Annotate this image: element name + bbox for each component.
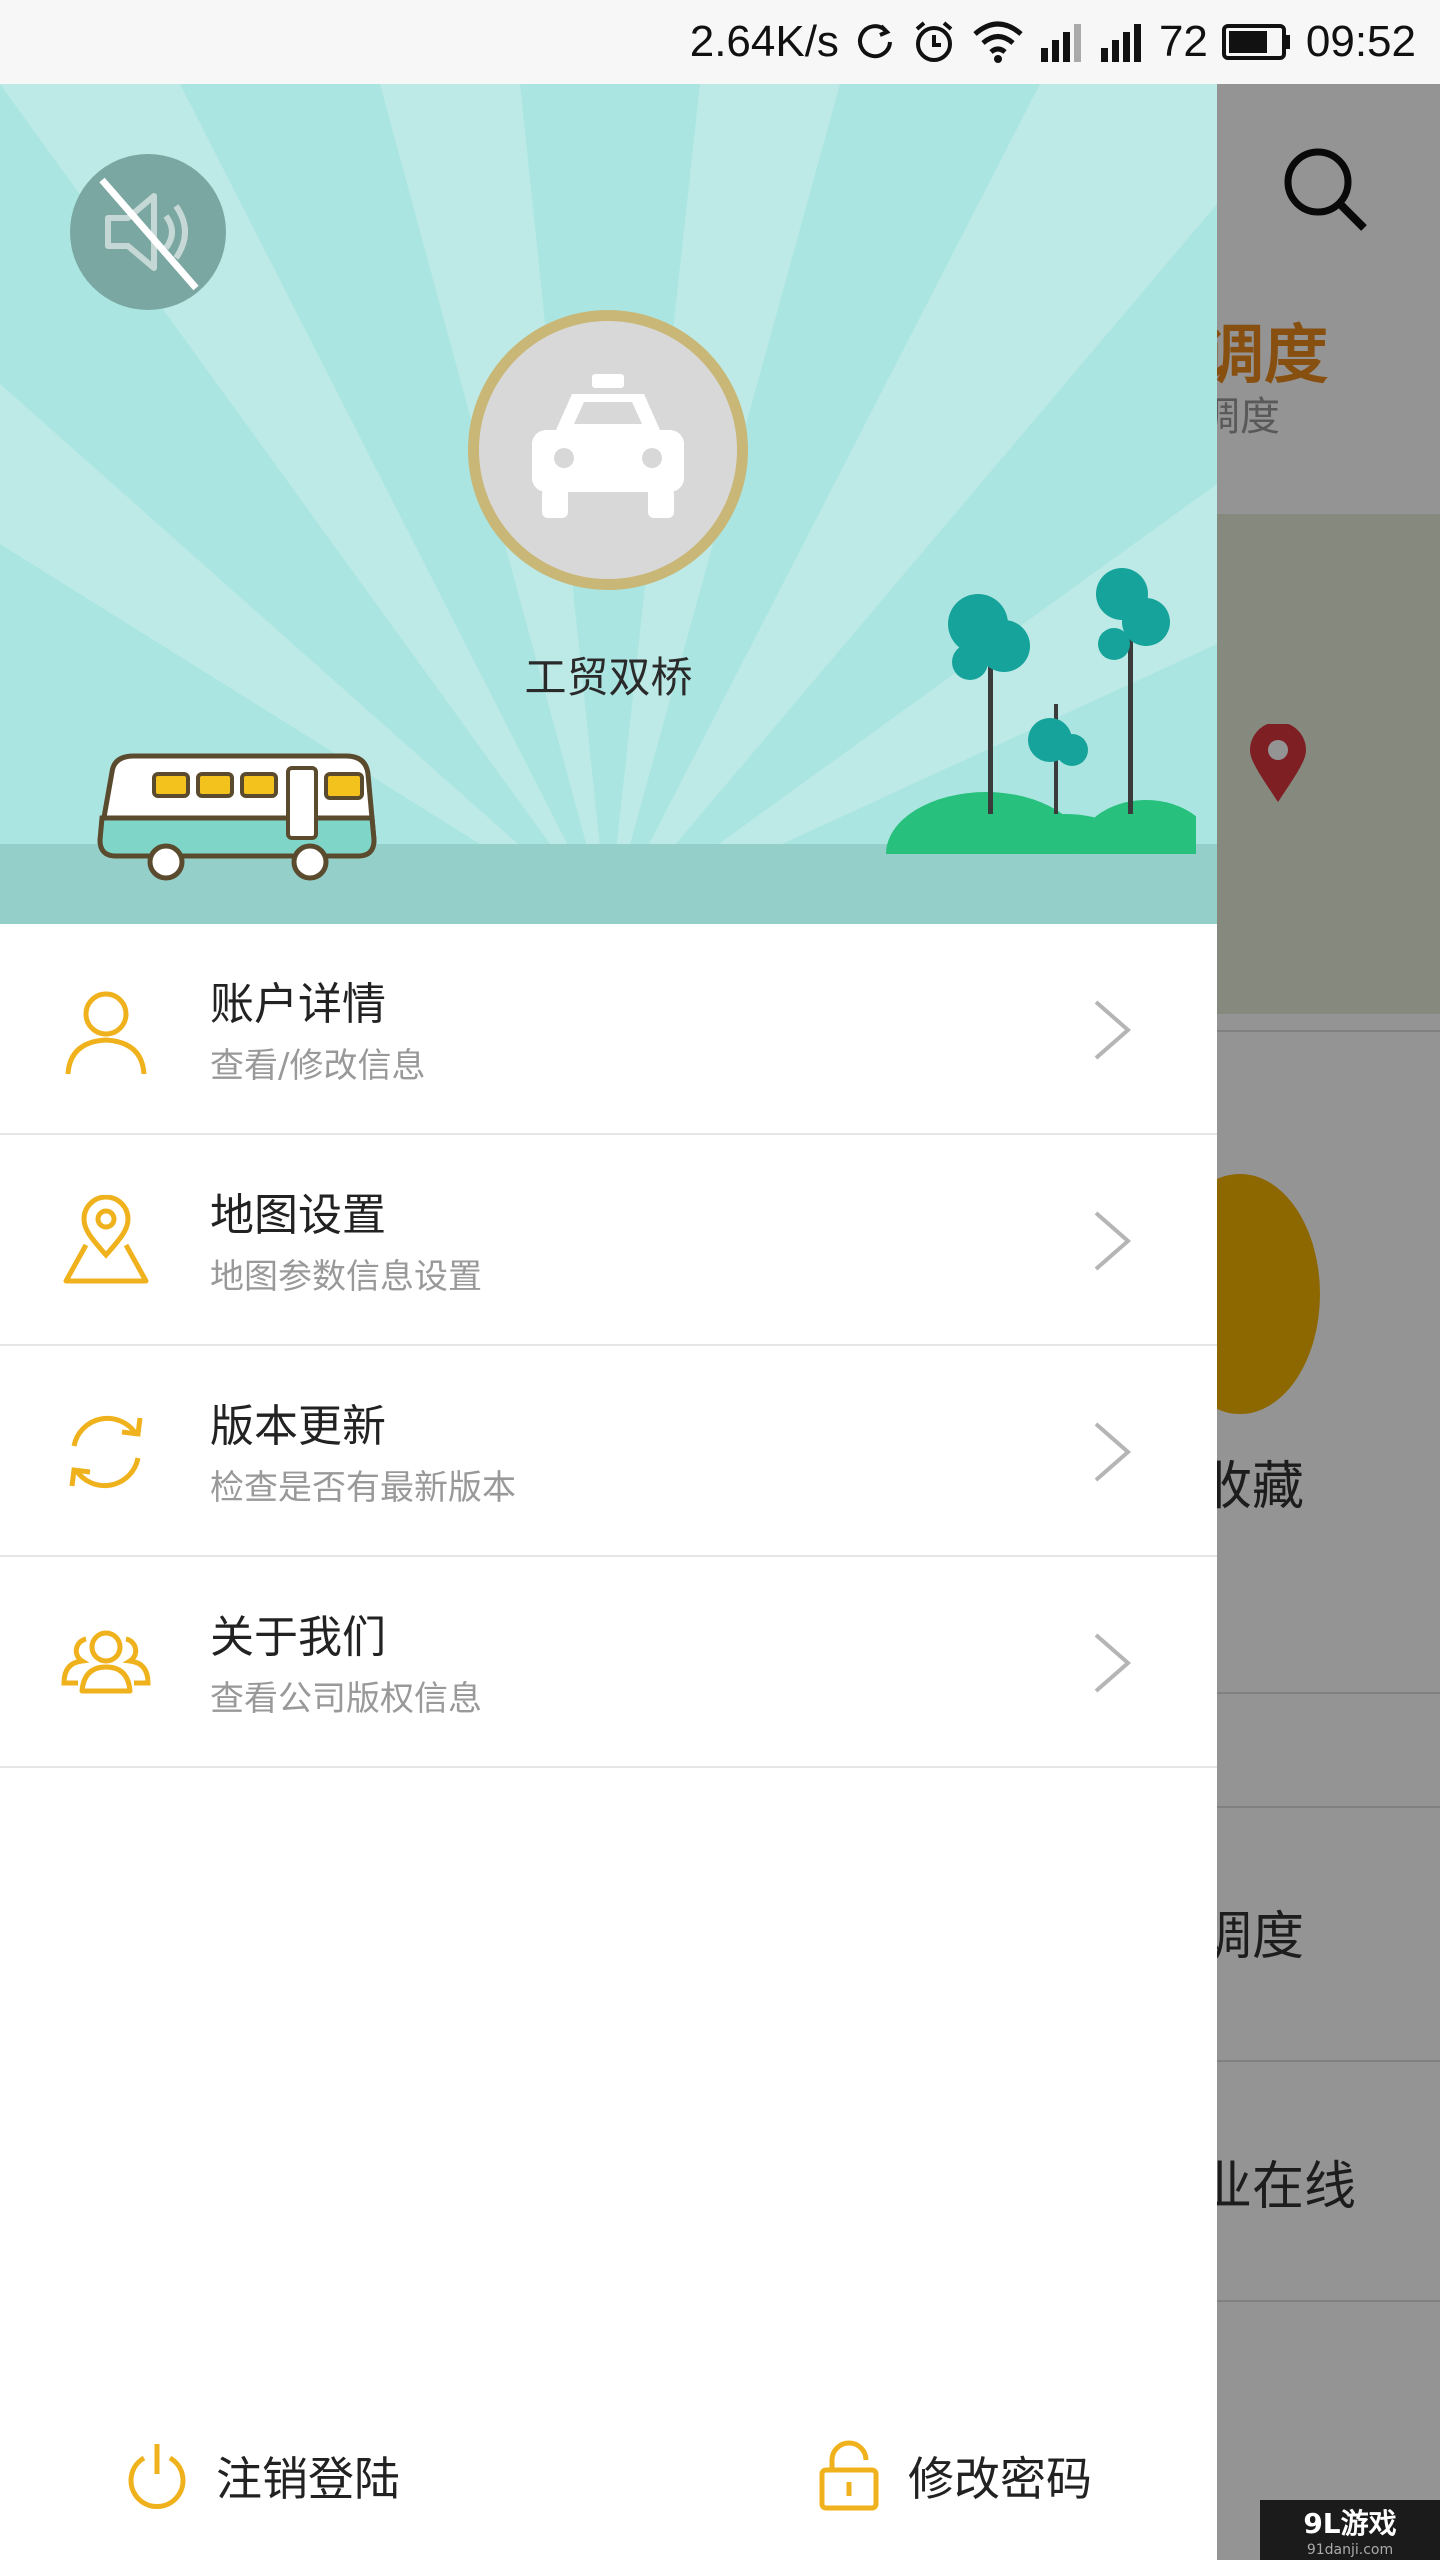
- chevron-right-icon: [1094, 1422, 1132, 1482]
- navigation-drawer: 工贸双桥 账户详情 查看/修改信息 地图设置 地图参数信息设置 版本更新 检查是…: [0, 84, 1217, 2560]
- drawer-scrim[interactable]: [1217, 84, 1440, 2560]
- menu-item-title: 版本更新: [210, 1401, 386, 1452]
- menu-item-desc: 地图参数信息设置: [210, 1257, 482, 1297]
- signal-icon: [1040, 24, 1081, 62]
- menu-item-title: 账户详情: [210, 979, 386, 1030]
- mute-toggle-button[interactable]: [70, 154, 226, 310]
- sync-icon: [857, 24, 892, 59]
- menu-item-version-update[interactable]: 版本更新 检查是否有最新版本: [0, 1346, 1217, 1557]
- change-password-label: 修改密码: [908, 2452, 1092, 2506]
- menu-item-map-settings[interactable]: 地图设置 地图参数信息设置: [0, 1135, 1217, 1346]
- bus-illustration: [97, 753, 377, 881]
- chevron-right-icon: [1094, 1633, 1132, 1693]
- logout-label: 注销登陆: [216, 2452, 400, 2506]
- chevron-right-icon: [1094, 1000, 1132, 1060]
- wifi-icon: [973, 21, 1023, 63]
- alarm-icon: [915, 21, 953, 62]
- trees-illustration: [886, 568, 1196, 854]
- network-speed: 2.64K/s: [689, 17, 839, 66]
- battery-icon: [1221, 24, 1290, 60]
- watermark-domain: 91danji.com: [1306, 2542, 1394, 2558]
- menu-item-title: 关于我们: [210, 1612, 386, 1663]
- watermark: 9L游戏 91danji.com: [1260, 2500, 1440, 2560]
- menu-item-account-details[interactable]: 账户详情 查看/修改信息: [0, 924, 1217, 1135]
- user-icon: [65, 991, 147, 1075]
- speaker-muted-icon: [99, 177, 199, 291]
- logout-button[interactable]: 注销登陆: [124, 2426, 400, 2526]
- refresh-icon: [69, 1415, 143, 1489]
- menu-item-desc: 查看公司版权信息: [210, 1679, 482, 1719]
- clock: 09:52: [1305, 17, 1416, 66]
- taxi-icon: [532, 374, 684, 518]
- unlock-icon: [819, 2440, 879, 2511]
- change-password-button[interactable]: 修改密码: [816, 2426, 1092, 2526]
- team-icon: [61, 1630, 151, 1694]
- chevron-right-icon: [1094, 1211, 1132, 1271]
- signal-icon-2: [1100, 24, 1141, 62]
- power-icon: [128, 2444, 186, 2509]
- drawer-header: 工贸双桥: [0, 84, 1217, 924]
- battery-level: 72: [1158, 17, 1208, 66]
- menu-item-about-us[interactable]: 关于我们 查看公司版权信息: [0, 1557, 1217, 1768]
- watermark-brand: 9L游戏: [1303, 2507, 1397, 2540]
- menu-item-title: 地图设置: [210, 1190, 386, 1241]
- menu-item-desc: 查看/修改信息: [210, 1046, 426, 1086]
- status-bar: 2.64K/s 72 09:52: [0, 0, 1440, 84]
- menu-item-desc: 检查是否有最新版本: [210, 1468, 516, 1508]
- avatar[interactable]: [468, 310, 748, 590]
- map-pin-icon: [63, 1195, 149, 1284]
- drawer-menu: 账户详情 查看/修改信息 地图设置 地图参数信息设置 版本更新 检查是否有最新版…: [0, 924, 1217, 1768]
